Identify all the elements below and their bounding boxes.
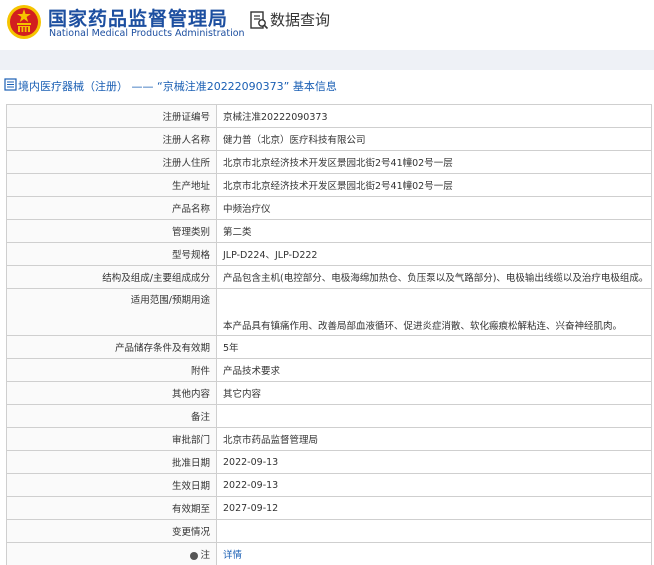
row-value: 中频治疗仪 [216,196,652,220]
row-label: 附件 [6,358,217,382]
table-row: 注 详情 [6,542,652,565]
table-row: 批准日期 2022-09-13 [6,450,652,474]
table-row: 备注 [6,404,652,428]
row-label: 管理类别 [6,219,217,243]
row-label: 生产地址 [6,173,217,197]
table-row: 生效日期 2022-09-13 [6,473,652,497]
row-value: 2027-09-12 [216,496,652,520]
row-label: 注册证编号 [6,104,217,128]
row-value: 5年 [216,335,652,359]
document-search-icon [250,11,269,30]
table-row: 变更情况 [6,519,652,543]
row-value: 本产品具有镇痛作用、改善局部血液循环、促进炎症消散、软化瘢痕松解粘连、兴奋神经肌… [216,288,652,336]
row-label: 其他内容 [6,381,217,405]
table-row: 有效期至 2027-09-12 [6,496,652,520]
row-value: 产品技术要求 [216,358,652,382]
row-label: 结构及组成/主要组成成分 [6,265,217,289]
row-label: 产品名称 [6,196,217,220]
row-value: JLP-D224、JLP-D222 [216,242,652,266]
row-label: 批准日期 [6,450,217,474]
table-row: 适用范围/预期用途 本产品具有镇痛作用、改善局部血液循环、促进炎症消散、软化瘢痕… [6,288,652,336]
row-value: 详情 [216,542,652,565]
record-title: 境内医疗器械（注册） —— “京械注准20222090373” 基本信息 [18,80,337,93]
national-emblem-icon [7,5,41,39]
table-row: 型号规格 JLP-D224、JLP-D222 [6,242,652,266]
row-value: 健力普（北京）医疗科技有限公司 [216,127,652,151]
note-icon [190,551,199,560]
site-header: 国家药品监督管理局 National Medical Products Admi… [0,0,654,50]
row-label: 变更情况 [6,519,217,543]
header-divider-band [0,50,654,70]
agency-name-cn[interactable]: 国家药品监督管理局 [48,4,228,31]
row-label: 产品储存条件及有效期 [6,335,217,359]
table-row: 审批部门 北京市药品监督管理局 [6,427,652,451]
row-label: 审批部门 [6,427,217,451]
row-value: 2022-09-13 [216,450,652,474]
record-title-bar: 境内医疗器械（注册） —— “京械注准20222090373” 基本信息 [0,73,654,99]
row-label-text: 注 [200,550,210,561]
row-value: 北京市北京经济技术开发区景园北街2号41幢02号一层 [216,173,652,197]
row-label: 生效日期 [6,473,217,497]
agency-name-en[interactable]: National Medical Products Administration [49,28,245,39]
table-row: 注册人住所 北京市北京经济技术开发区景园北街2号41幢02号一层 [6,150,652,174]
row-label: 型号规格 [6,242,217,266]
details-link[interactable]: 详情 [223,550,242,561]
table-row: 注册人名称 健力普（北京）医疗科技有限公司 [6,127,652,151]
table-row: 产品储存条件及有效期 5年 [6,335,652,359]
page-section-title: 数据查询 [270,11,331,29]
row-value [216,519,652,543]
row-label: 有效期至 [6,496,217,520]
row-label: 注册人名称 [6,127,217,151]
row-label: 注册人住所 [6,150,217,174]
table-row: 注册证编号 京械注准20222090373 [6,104,652,128]
table-row: 附件 产品技术要求 [6,358,652,382]
row-value: 京械注准20222090373 [216,104,652,128]
table-row: 结构及组成/主要组成成分 产品包含主机(电控部分、电极海绵加热仓、负压泵以及气路… [6,265,652,289]
row-value: 北京市药品监督管理局 [216,427,652,451]
table-row: 产品名称 中频治疗仪 [6,196,652,220]
row-value: 第二类 [216,219,652,243]
row-value: 2022-09-13 [216,473,652,497]
row-value: 产品包含主机(电控部分、电极海绵加热仓、负压泵以及气路部分)、电极输出线缆以及治… [216,265,652,289]
list-icon [4,78,17,91]
row-value: 北京市北京经济技术开发区景园北街2号41幢02号一层 [216,150,652,174]
table-row: 其他内容 其它内容 [6,381,652,405]
table-row: 生产地址 北京市北京经济技术开发区景园北街2号41幢02号一层 [6,173,652,197]
row-label: 备注 [6,404,217,428]
row-value [216,404,652,428]
registration-info-table: 注册证编号 京械注准20222090373 注册人名称 健力普（北京）医疗科技有… [6,104,652,565]
table-row: 管理类别 第二类 [6,219,652,243]
note-row-label: 注 [6,542,217,565]
row-value: 其它内容 [216,381,652,405]
row-label: 适用范围/预期用途 [6,288,217,336]
